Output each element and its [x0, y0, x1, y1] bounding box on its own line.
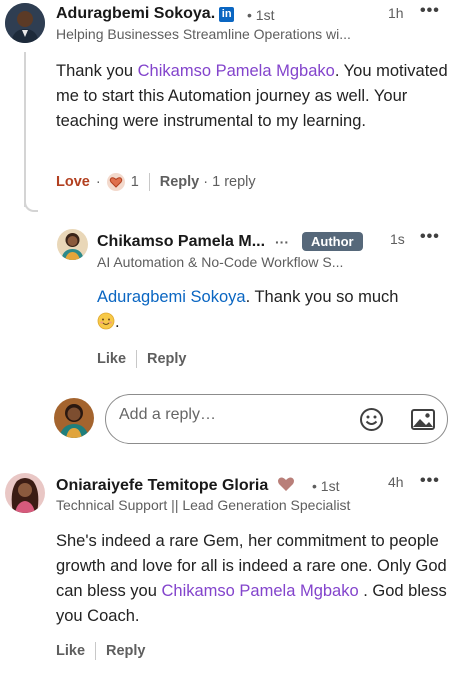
reply-button[interactable]: Reply: [147, 351, 187, 367]
reply-time: 1s: [390, 231, 405, 247]
avatar-portrait-icon: [54, 398, 94, 438]
reply-count[interactable]: · 1 reply: [203, 174, 255, 190]
comment-body: Thank you Chikamso Pamela Mgbako. You mo…: [56, 62, 448, 130]
heart-icon: [277, 476, 295, 492]
comment-actions: Like Reply: [56, 641, 146, 661]
thread-line-curve: [24, 200, 38, 212]
more-options-icon[interactable]: •••: [420, 2, 440, 20]
linkedin-icon: in: [219, 7, 235, 22]
reply-button[interactable]: Reply: [106, 643, 146, 659]
reply-input[interactable]: Add a reply…: [105, 394, 448, 444]
more-options-icon[interactable]: •••: [420, 472, 440, 490]
avatar-oniaraiyefe[interactable]: [5, 473, 45, 513]
author-badge: Author: [302, 232, 363, 251]
reply-actions: Like Reply: [97, 349, 187, 369]
comment-actions: Love · 1 Reply · 1 reply: [56, 173, 256, 191]
reply-author[interactable]: Chikamso Pamela M...: [97, 233, 265, 251]
comment-author[interactable]: Aduragbemi Sokoya. in: [56, 5, 235, 23]
comment-body: She's indeed a rare Gem, her commitment …: [56, 532, 447, 625]
thread-line: [24, 52, 26, 207]
smiling-emoji-icon: [97, 312, 115, 330]
avatar-portrait-icon: [5, 473, 45, 513]
comment-time: 4h: [388, 474, 404, 490]
comment-time: 1h: [388, 5, 404, 21]
emoji-icon[interactable]: [359, 407, 384, 432]
avatar-portrait-icon: [5, 3, 45, 43]
love-reaction-button[interactable]: Love: [56, 174, 90, 190]
like-button[interactable]: Like: [97, 351, 126, 367]
mention-link[interactable]: Chikamso Pamela Mgbako: [138, 62, 335, 80]
mention-link[interactable]: Chikamso Pamela Mgbako: [161, 582, 358, 600]
reply-author-ellipsis: ···: [275, 234, 289, 250]
comment-author[interactable]: Oniaraiyefe Temitope Gloria: [56, 476, 295, 495]
divider: [148, 173, 150, 191]
divider: [136, 350, 138, 368]
author-headline: Helping Businesses Streamline Operations…: [56, 26, 351, 42]
reply-button[interactable]: Reply: [160, 174, 200, 190]
reply-body: Aduragbemi Sokoya. Thank you so much .: [97, 288, 399, 331]
like-button[interactable]: Like: [56, 643, 85, 659]
reply-author-headline: AI Automation & No-Code Workflow S...: [97, 254, 344, 270]
image-icon[interactable]: [410, 407, 436, 432]
avatar-aduragbemi[interactable]: [5, 3, 45, 43]
more-options-icon[interactable]: •••: [420, 228, 440, 246]
love-reaction-icon[interactable]: [106, 173, 125, 191]
author-headline: Technical Support || Lead Generation Spe…: [56, 497, 351, 513]
reply-input-placeholder: Add a reply…: [119, 406, 216, 423]
avatar-portrait-icon: [57, 229, 88, 260]
connection-degree: • 1st: [312, 478, 340, 494]
mention-link[interactable]: Aduragbemi Sokoya: [97, 288, 246, 306]
avatar-chikamso[interactable]: [57, 229, 88, 260]
connection-degree: • 1st: [247, 7, 275, 23]
current-user-avatar: [54, 398, 94, 438]
reaction-count[interactable]: 1: [131, 174, 139, 190]
divider: [95, 642, 97, 660]
